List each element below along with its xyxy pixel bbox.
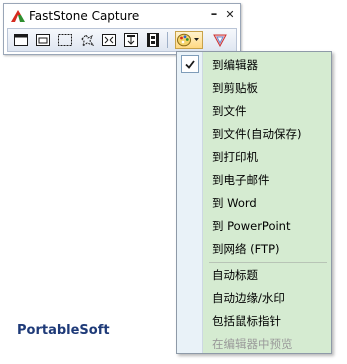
close-button[interactable]: ✕ — [223, 8, 237, 22]
capture-scrolling-icon[interactable] — [122, 32, 140, 48]
menu-item-auto-edge-watermark[interactable]: 自动边缘/水印 — [212, 290, 285, 306]
menu-item-to-ftp[interactable]: 到网络 (FTP) — [212, 241, 280, 257]
capture-fullscreen-icon[interactable] — [100, 32, 118, 48]
window-title: FastStone Capture — [29, 9, 140, 23]
capture-window-icon[interactable] — [12, 32, 30, 48]
menu-item-to-file-autosave[interactable]: 到文件(自动保存) — [212, 126, 301, 142]
faststone-capture-window: FastStone Capture – ✕ — [3, 3, 241, 55]
capture-freehand-icon[interactable] — [78, 32, 96, 48]
title-bar[interactable]: FastStone Capture – ✕ — [4, 4, 240, 28]
menu-separator — [209, 262, 327, 263]
brand-label: PortableSoft — [17, 323, 110, 338]
output-palette-icon[interactable] — [175, 31, 203, 49]
minimize-button[interactable]: – — [207, 8, 221, 22]
menu-item-include-cursor[interactable]: 包括鼠标指针 — [212, 313, 281, 329]
menu-icon-gutter — [177, 52, 203, 353]
capture-video-icon[interactable] — [144, 32, 162, 48]
output-dropdown-menu: 到编辑器 到剪贴板 到文件 到文件(自动保存) 到打印机 到电子邮件 到 Wor… — [176, 51, 332, 354]
faststone-logo-icon — [10, 9, 26, 23]
menu-item-to-editor[interactable]: 到编辑器 — [212, 57, 258, 73]
menu-item-to-powerpoint[interactable]: 到 PowerPoint — [212, 218, 290, 234]
menu-item-auto-caption[interactable]: 自动标题 — [212, 267, 258, 283]
menu-item-to-email[interactable]: 到电子邮件 — [212, 172, 270, 188]
capture-object-icon[interactable] — [34, 32, 52, 48]
capture-toolbar — [7, 28, 237, 52]
menu-item-to-word[interactable]: 到 Word — [212, 195, 257, 211]
menu-item-preview-in-editor: 在编辑器中预览 — [212, 337, 293, 351]
menu-item-to-file[interactable]: 到文件 — [212, 103, 247, 119]
toolbar-separator — [167, 32, 168, 48]
menu-item-to-clipboard[interactable]: 到剪贴板 — [212, 80, 258, 96]
checkmark-icon — [181, 55, 199, 73]
capture-rectangle-icon[interactable] — [56, 32, 74, 48]
settings-icon[interactable] — [211, 32, 229, 48]
menu-item-to-printer[interactable]: 到打印机 — [212, 149, 258, 165]
